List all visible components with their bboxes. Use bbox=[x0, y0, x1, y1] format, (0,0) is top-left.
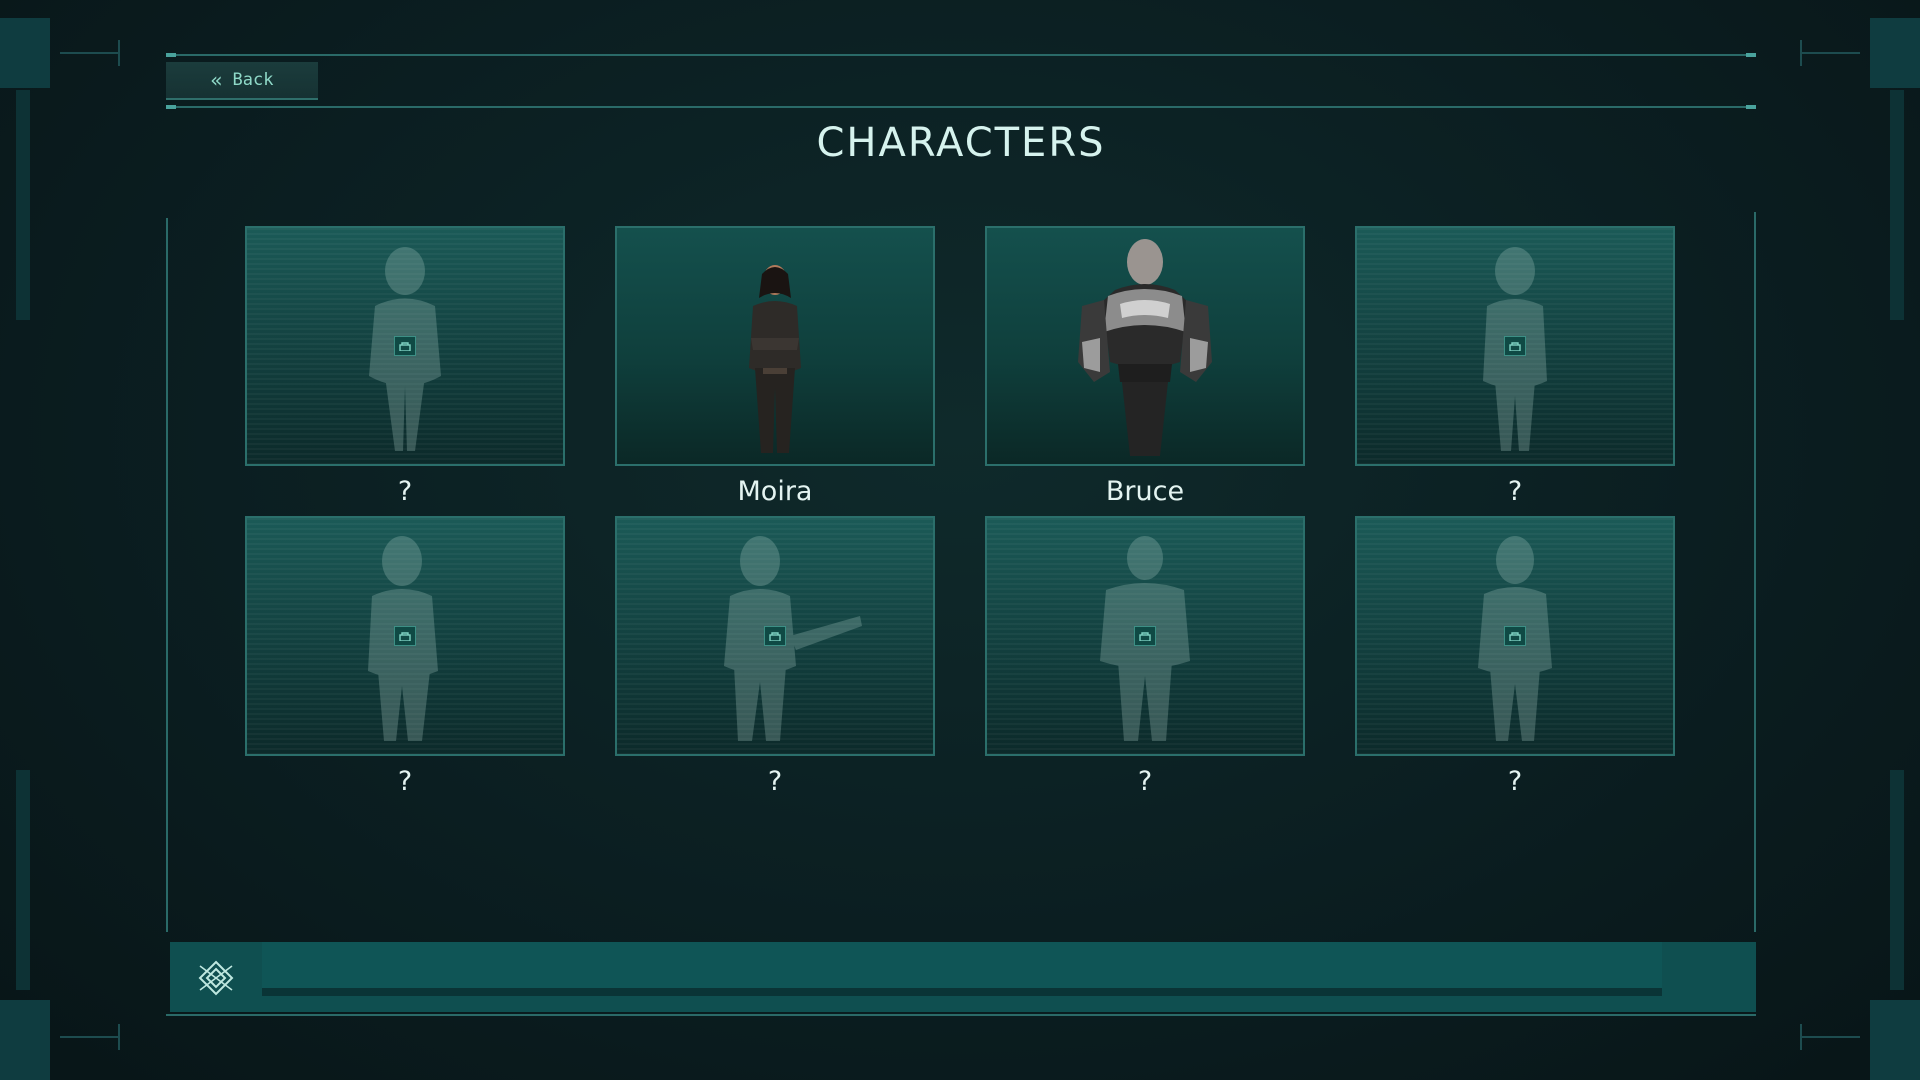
bottom-bar bbox=[170, 942, 1756, 1012]
edge-tick bbox=[118, 40, 120, 66]
edge-tick bbox=[1800, 52, 1860, 54]
frame-right-line bbox=[1754, 212, 1756, 932]
character-card-locked[interactable]: ? bbox=[245, 226, 565, 516]
right-edge-block-bottom bbox=[1870, 1000, 1920, 1080]
character-portrait bbox=[985, 226, 1305, 466]
edge-tick bbox=[118, 1024, 120, 1050]
lock-icon bbox=[1504, 336, 1526, 356]
character-name: ? bbox=[397, 476, 413, 507]
edge-tick bbox=[1800, 1036, 1860, 1038]
moira-figure bbox=[749, 265, 801, 453]
lock-icon bbox=[394, 336, 416, 356]
character-card-bruce[interactable]: Bruce bbox=[985, 226, 1305, 516]
character-portrait bbox=[615, 226, 935, 466]
left-edge-block-bottom bbox=[0, 1000, 50, 1080]
character-card-locked[interactable]: ? bbox=[245, 516, 565, 806]
character-name: ? bbox=[1507, 476, 1523, 507]
page-title: CHARACTERS bbox=[816, 120, 1106, 166]
header-divider bbox=[166, 106, 1756, 108]
edge-tick bbox=[1800, 1024, 1802, 1050]
edge-tick bbox=[60, 52, 120, 54]
diamond-emblem-icon bbox=[198, 960, 234, 996]
character-name: Moira bbox=[737, 476, 813, 507]
character-card-locked[interactable]: ? bbox=[1355, 226, 1675, 516]
character-portrait bbox=[1355, 516, 1675, 756]
character-name: ? bbox=[397, 766, 413, 797]
character-name: ? bbox=[1507, 766, 1523, 797]
left-edge-bar-lower bbox=[16, 770, 30, 990]
character-grid: ? Moira Bruce ? ? ? ? ? bbox=[245, 226, 1675, 806]
lock-icon bbox=[394, 626, 416, 646]
characters-panel: « Back CHARACTERS ? Moira Bruce ? ? ? ? … bbox=[166, 53, 1756, 1016]
back-button-label: Back bbox=[232, 70, 274, 90]
frame-corner bbox=[166, 53, 176, 57]
left-edge-bar-upper bbox=[16, 90, 30, 320]
double-chevron-left-icon: « bbox=[210, 68, 223, 92]
edge-tick bbox=[60, 1036, 120, 1038]
character-card-moira[interactable]: Moira bbox=[615, 226, 935, 516]
bottom-bar-stripe bbox=[262, 988, 1662, 996]
bottom-bar-inner bbox=[262, 942, 1662, 988]
frame-corner bbox=[166, 105, 176, 109]
back-button[interactable]: « Back bbox=[166, 62, 318, 100]
character-portrait bbox=[245, 516, 565, 756]
frame-bottom-line bbox=[166, 1014, 1756, 1016]
right-edge-bar-upper bbox=[1890, 90, 1904, 320]
character-card-locked[interactable]: ? bbox=[1355, 516, 1675, 806]
frame-top-line bbox=[166, 54, 1756, 56]
right-edge-bar-lower bbox=[1890, 770, 1904, 990]
bruce-figure bbox=[1078, 239, 1212, 456]
character-name: ? bbox=[767, 766, 783, 797]
lock-icon bbox=[764, 626, 786, 646]
frame-corner bbox=[1746, 53, 1756, 57]
character-card-locked[interactable]: ? bbox=[615, 516, 935, 806]
character-portrait bbox=[245, 226, 565, 466]
frame-left-line bbox=[166, 218, 168, 932]
left-edge-block-top bbox=[0, 18, 50, 88]
character-card-locked[interactable]: ? bbox=[985, 516, 1305, 806]
right-edge-block-top bbox=[1870, 18, 1920, 88]
lock-icon bbox=[1504, 626, 1526, 646]
edge-tick bbox=[1800, 40, 1802, 66]
character-name: Bruce bbox=[1105, 476, 1185, 507]
character-name: ? bbox=[1137, 766, 1153, 797]
character-portrait bbox=[1355, 226, 1675, 466]
character-portrait bbox=[615, 516, 935, 756]
character-portrait bbox=[985, 516, 1305, 756]
frame-corner bbox=[1746, 105, 1756, 109]
lock-icon bbox=[1134, 626, 1156, 646]
